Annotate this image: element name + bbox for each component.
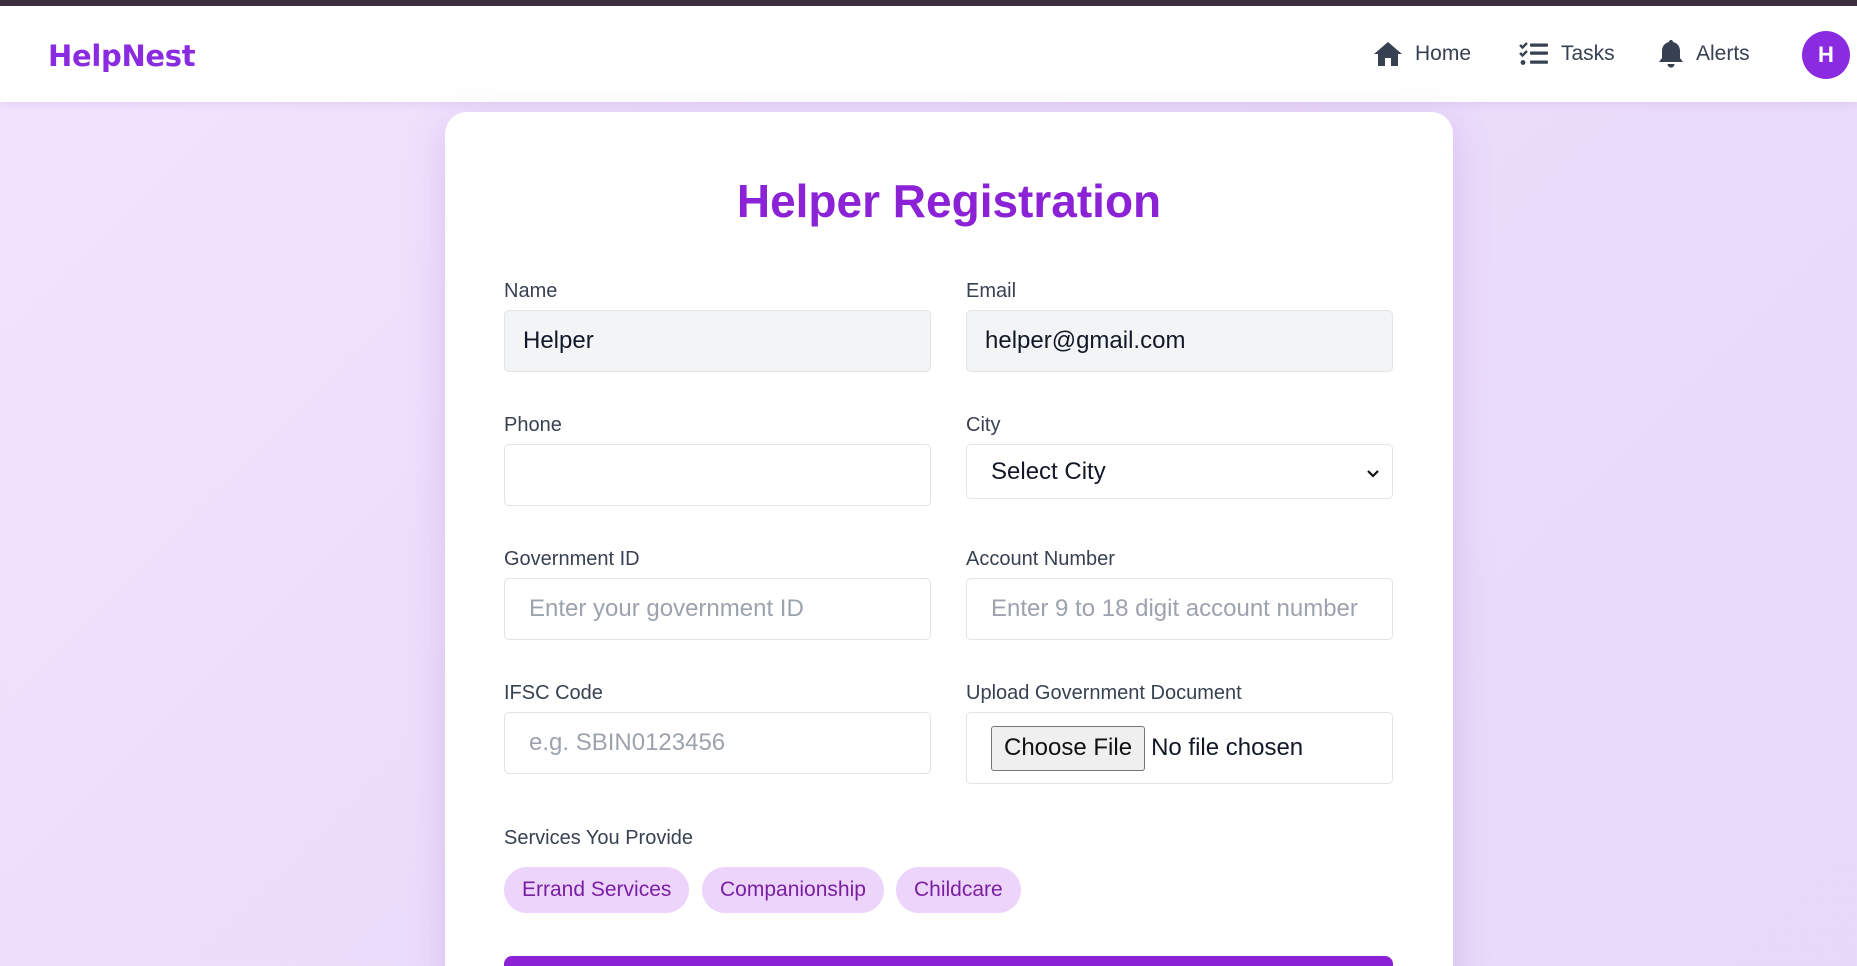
nav-tasks[interactable]: Tasks — [1519, 36, 1615, 72]
registration-card: Helper Registration Name Helper Email he… — [445, 112, 1453, 966]
ifsc-input[interactable]: e.g. SBIN0123456 — [504, 712, 931, 774]
nav-tasks-label: Tasks — [1561, 42, 1615, 65]
service-chip-companionship[interactable]: Companionship — [702, 867, 884, 913]
service-chip-errand[interactable]: Errand Services — [504, 867, 690, 913]
ifsc-placeholder: e.g. SBIN0123456 — [529, 729, 726, 756]
choose-file-button[interactable]: Choose File — [991, 725, 1146, 771]
government-id-input[interactable]: Enter your government ID — [504, 578, 931, 640]
city-selected-value: Select City — [991, 457, 1106, 485]
phone-label: Phone — [504, 414, 562, 436]
name-label: Name — [504, 280, 558, 302]
name-value: Helper — [523, 327, 594, 354]
bell-icon — [1658, 39, 1684, 69]
brand-logo[interactable]: HelpNest — [48, 39, 196, 73]
email-value: helper@gmail.com — [985, 327, 1186, 354]
city-label: City — [966, 414, 1001, 436]
email-input[interactable]: helper@gmail.com — [966, 310, 1393, 372]
navbar: HelpNest Home Tasks Alerts H — [0, 6, 1857, 102]
nav-alerts-label: Alerts — [1696, 42, 1750, 65]
page-title: Helper Registration — [736, 175, 1162, 227]
upload-file-input: Choose File No file chosen — [966, 712, 1393, 784]
services-label: Services You Provide — [504, 827, 694, 849]
avatar[interactable]: H — [1802, 31, 1850, 79]
upload-label: Upload Government Document — [966, 682, 1242, 704]
account-number-placeholder: Enter 9 to 18 digit account number — [991, 595, 1358, 622]
nav-home-label: Home — [1415, 42, 1472, 65]
account-number-input[interactable]: Enter 9 to 18 digit account number — [966, 578, 1393, 640]
file-status: No file chosen — [1151, 734, 1304, 761]
phone-input[interactable] — [504, 444, 931, 506]
service-chip-childcare[interactable]: Childcare — [896, 867, 1021, 913]
name-input[interactable]: Helper — [504, 310, 931, 372]
home-icon — [1373, 41, 1403, 67]
government-id-placeholder: Enter your government ID — [529, 595, 804, 622]
email-label: Email — [966, 280, 1017, 302]
government-id-label: Government ID — [504, 548, 640, 570]
ifsc-label: IFSC Code — [504, 682, 603, 704]
account-number-label: Account Number — [966, 548, 1115, 570]
nav-alerts[interactable]: Alerts — [1658, 36, 1750, 72]
nav-home[interactable]: Home — [1373, 36, 1471, 72]
city-select[interactable]: Select City — [966, 444, 1393, 499]
chevron-down-icon — [1366, 458, 1380, 486]
submit-button[interactable] — [504, 956, 1393, 966]
tasks-icon — [1519, 41, 1549, 67]
